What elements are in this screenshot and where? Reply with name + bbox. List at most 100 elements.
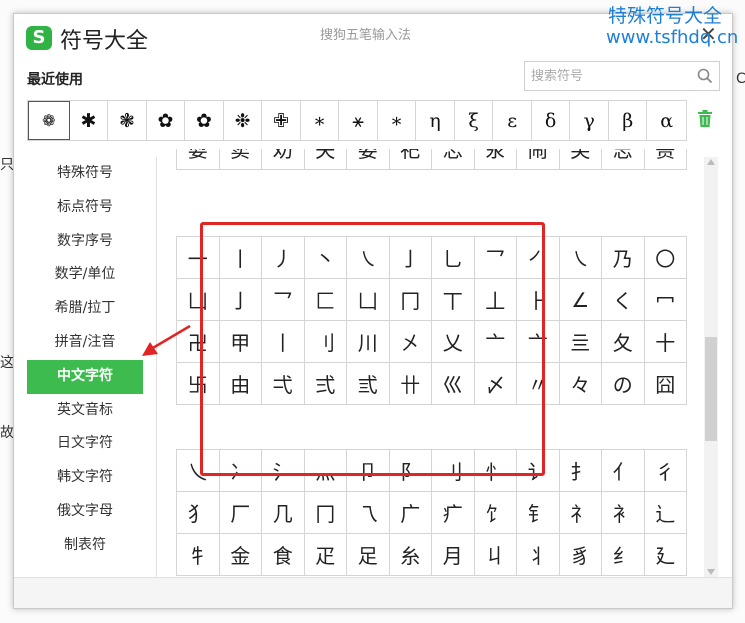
symbol-cell[interactable]: 彳 — [644, 450, 687, 492]
symbol-cell[interactable]: 蒉 — [644, 149, 687, 170]
sidebar-item[interactable]: 韩文字符 — [27, 461, 143, 495]
symbol-cell[interactable]: 夬 — [304, 149, 347, 170]
symbol-cell[interactable]: 丬 — [517, 534, 560, 576]
symbol-cell[interactable]: 乁 — [347, 492, 390, 534]
category-sidebar: 特殊符号 标点符号 数字序号 数学/单位 希腊/拉丁 拼音/注音 中文字符 英文音标 日文字符韩… — [27, 157, 143, 563]
symbol-cell[interactable]: 足 — [347, 534, 390, 576]
scroll-up-icon[interactable] — [707, 159, 715, 165]
symbol-cell[interactable]: 夂 — [602, 321, 645, 363]
recent-symbol[interactable]: α — [647, 101, 686, 140]
symbol-cell[interactable]: 广 — [389, 492, 432, 534]
symbol-cell[interactable]: 疋 — [304, 534, 347, 576]
watermark-title: 特殊符号大全 — [608, 5, 723, 27]
sidebar-item[interactable]: 中文字符 — [27, 359, 143, 394]
symbol-cell[interactable]: 汆 — [474, 149, 517, 170]
symbol-cell[interactable]: 耍 — [177, 149, 220, 170]
sidebar-item[interactable]: 希腊/拉丁 — [27, 292, 143, 326]
sidebar-item[interactable]: 日文字符 — [27, 427, 143, 461]
symbol-cell[interactable]: 〇 — [644, 237, 687, 279]
sogou-logo-icon: S — [26, 26, 52, 50]
symbol-cell[interactable]: 牜 — [177, 534, 220, 576]
sidebar-item[interactable]: 特殊符号 — [27, 157, 143, 191]
symbol-cell[interactable]: 芙 — [559, 149, 602, 170]
watermark-url: www.tsfhdq.cn — [606, 27, 739, 48]
symbol-cell[interactable]: 衤 — [602, 492, 645, 534]
red-arrow-icon — [142, 324, 191, 356]
symbol-cell[interactable]: 志 — [602, 149, 645, 170]
symbol-cell[interactable]: 忐 — [432, 149, 475, 170]
search-icon[interactable] — [697, 68, 713, 84]
symbol-cell[interactable]: 钅 — [517, 492, 560, 534]
symbol-cell[interactable]: 亖 — [559, 321, 602, 363]
symbol-cell[interactable]: 廴 — [644, 534, 687, 576]
symbol-cell[interactable]: 祀 — [389, 149, 432, 170]
symbol-cell[interactable]: 辶 — [644, 492, 687, 534]
recent-symbol[interactable]: ✙ — [262, 101, 301, 140]
recent-symbol[interactable]: ✿ — [185, 101, 224, 140]
symbol-cell[interactable]: 豸 — [559, 534, 602, 576]
symbol-cell[interactable]: 十 — [644, 321, 687, 363]
trash-icon[interactable] — [697, 110, 713, 128]
symbol-cell[interactable]: の — [602, 363, 645, 405]
background-text: C — [736, 71, 745, 87]
search-box[interactable] — [524, 61, 720, 91]
symbol-cell[interactable]: 乃 — [602, 237, 645, 279]
recent-symbol[interactable]: ⚹ — [339, 101, 378, 140]
recent-symbol[interactable]: ❃ — [108, 101, 147, 140]
symbol-cell[interactable]: 犭 — [177, 492, 220, 534]
symbol-cell[interactable]: 亻 — [602, 450, 645, 492]
recent-symbol[interactable]: η — [416, 101, 455, 140]
recent-symbol[interactable]: ✿ — [147, 101, 186, 140]
symbol-cell[interactable]: 纟 — [602, 534, 645, 576]
symbol-cell[interactable]: 疒 — [432, 492, 475, 534]
recent-symbol[interactable]: γ — [570, 101, 609, 140]
recent-symbol[interactable]: ξ — [455, 101, 494, 140]
recent-symbol[interactable]: ❁ — [28, 101, 70, 140]
symbol-cell[interactable]: 食 — [262, 534, 305, 576]
recent-symbol[interactable]: ∗ — [301, 101, 340, 140]
symbol-cell[interactable]: 冖 — [644, 279, 687, 321]
symbol-cell[interactable]: 荬 — [219, 149, 262, 170]
symbol-cell[interactable]: 囧 — [644, 363, 687, 405]
symbol-cell[interactable]: ∠ — [559, 279, 602, 321]
symbol-cell[interactable]: 礻 — [559, 492, 602, 534]
symbol-cell[interactable]: 金 — [219, 534, 262, 576]
symbol-cell[interactable]: 月 — [432, 534, 475, 576]
scrollbar[interactable] — [704, 157, 718, 577]
symbol-cell[interactable]: 厂 — [219, 492, 262, 534]
recent-symbol[interactable]: ❉ — [224, 101, 263, 140]
sidebar-item[interactable]: 数字序号 — [27, 225, 143, 259]
sidebar-item[interactable]: 拼音/注音 — [27, 326, 143, 360]
symbol-cell[interactable]: 劝 — [262, 149, 305, 170]
sidebar-item[interactable]: 标点符号 — [27, 191, 143, 225]
recent-symbol[interactable]: ✱ — [70, 101, 109, 140]
symbol-cell[interactable]: ㇏ — [559, 237, 602, 279]
scroll-thumb[interactable] — [705, 337, 717, 441]
dialog-title: 符号大全 — [60, 29, 149, 54]
symbol-cell[interactable]: 冂 — [304, 492, 347, 534]
sidebar-item[interactable]: 俄文字母 — [27, 495, 143, 529]
background-text: 只 — [0, 157, 14, 173]
symbol-cell[interactable]: 糸 — [389, 534, 432, 576]
symbol-cell[interactable]: 々 — [559, 363, 602, 405]
recent-symbol[interactable]: β — [609, 101, 648, 140]
symbol-cell[interactable]: 饣 — [474, 492, 517, 534]
symbol-cell[interactable]: く — [602, 279, 645, 321]
recent-symbol[interactable]: ε — [493, 101, 532, 140]
symbol-cell[interactable]: 娄 — [347, 149, 390, 170]
sidebar-item[interactable]: 数学/单位 — [27, 258, 143, 292]
recent-symbol[interactable]: δ — [532, 101, 571, 140]
background-text: 这 — [0, 355, 14, 371]
symbol-cell[interactable]: 闹 — [517, 149, 560, 170]
scroll-down-icon[interactable] — [707, 569, 715, 575]
search-input[interactable] — [531, 67, 691, 85]
symbol-cell[interactable]: 几 — [262, 492, 305, 534]
symbol-cell[interactable]: 丩 — [474, 534, 517, 576]
sidebar-item[interactable]: 制表符 — [27, 529, 143, 563]
sidebar-item[interactable]: 英文音标 — [27, 394, 143, 428]
recent-symbols-row: ❁ ✱ ❃ ✿ ✿ ❉ ✙ ∗ ⚹ ∗ η ξ ε δ γ β α — [27, 100, 687, 141]
symbol-grid: 耍荬劝夬娄祀忐汆闹芙志蒉 — [176, 149, 687, 170]
recent-symbol[interactable]: ∗ — [378, 101, 417, 140]
background-text: 故 — [0, 425, 14, 441]
symbol-cell[interactable]: 扌 — [559, 450, 602, 492]
